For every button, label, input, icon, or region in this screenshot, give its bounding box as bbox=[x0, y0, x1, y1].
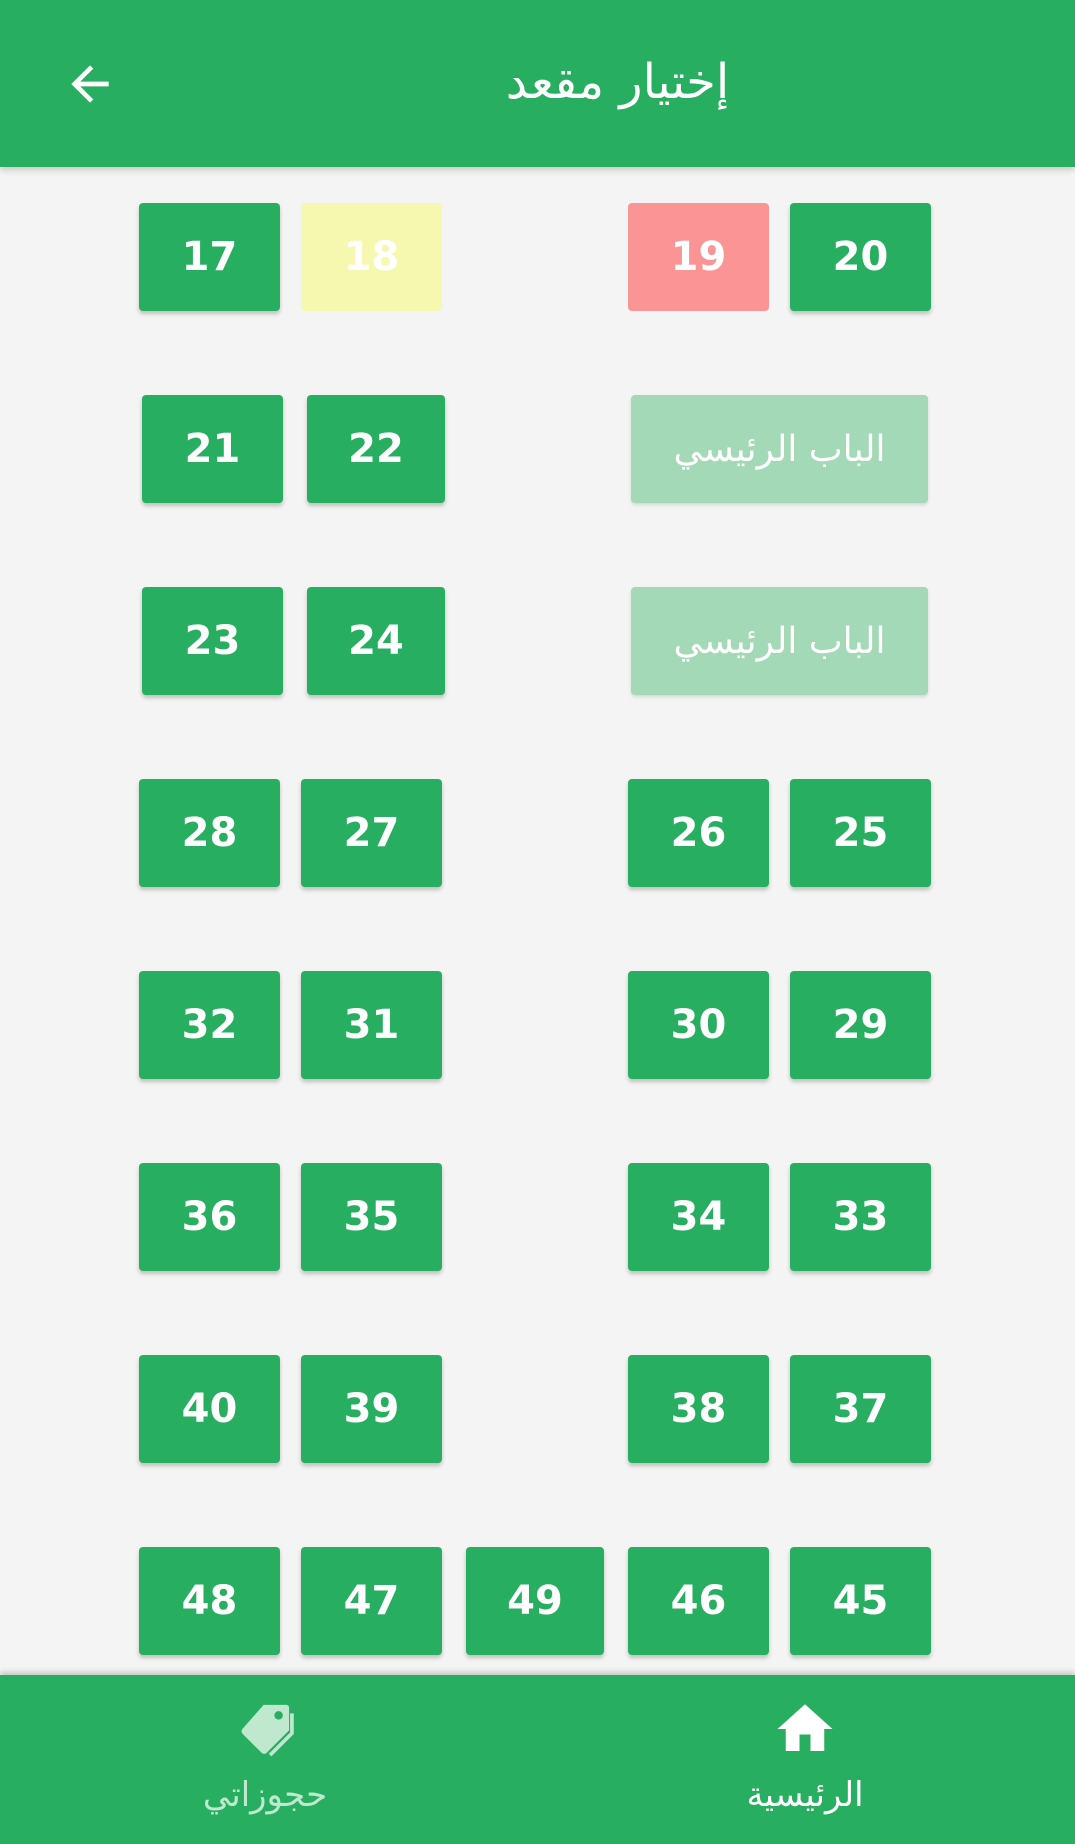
page-title: إختيار مقعد bbox=[505, 54, 730, 110]
seat-29[interactable]: 29 bbox=[790, 971, 931, 1079]
seat-48[interactable]: 48 bbox=[139, 1547, 280, 1655]
seat-39[interactable]: 39 bbox=[301, 1355, 442, 1463]
seat-49[interactable]: 49 bbox=[466, 1547, 604, 1655]
seat-36[interactable]: 36 bbox=[139, 1163, 280, 1271]
seat-selection-screen: إختيار مقعد 17 18 19 20 21 22 الباب الرئ… bbox=[0, 0, 1075, 1844]
seat-22[interactable]: 22 bbox=[307, 395, 445, 503]
seat-21[interactable]: 21 bbox=[142, 395, 283, 503]
seat-38[interactable]: 38 bbox=[628, 1355, 769, 1463]
seat-18-selected[interactable]: 18 bbox=[301, 203, 442, 311]
nav-my-bookings-label: حجوزاتي bbox=[202, 1775, 328, 1815]
seat-37[interactable]: 37 bbox=[790, 1355, 931, 1463]
seat-32[interactable]: 32 bbox=[139, 971, 280, 1079]
seat-25[interactable]: 25 bbox=[790, 779, 931, 887]
seat-33[interactable]: 33 bbox=[790, 1163, 931, 1271]
seat-28[interactable]: 28 bbox=[139, 779, 280, 887]
app-bar: إختيار مقعد bbox=[0, 0, 1075, 167]
seat-30[interactable]: 30 bbox=[628, 971, 769, 1079]
seat-40[interactable]: 40 bbox=[139, 1355, 280, 1463]
seat-20[interactable]: 20 bbox=[790, 203, 931, 311]
seat-34[interactable]: 34 bbox=[628, 1163, 769, 1271]
nav-my-bookings[interactable]: حجوزاتي bbox=[135, 1675, 395, 1844]
seat-31[interactable]: 31 bbox=[301, 971, 442, 1079]
seat-19-booked[interactable]: 19 bbox=[628, 203, 769, 311]
bottom-navigation: حجوزاتي الرئيسية bbox=[0, 1675, 1075, 1844]
nav-home-label: الرئيسية bbox=[746, 1775, 864, 1815]
nav-home[interactable]: الرئيسية bbox=[675, 1675, 935, 1844]
seat-23[interactable]: 23 bbox=[142, 587, 283, 695]
seat-17[interactable]: 17 bbox=[139, 203, 280, 311]
seat-26[interactable]: 26 bbox=[628, 779, 769, 887]
seat-46[interactable]: 46 bbox=[628, 1547, 769, 1655]
home-icon bbox=[777, 1704, 833, 1751]
tag-icon bbox=[241, 1704, 294, 1757]
main-door: الباب الرئيسي bbox=[631, 587, 928, 695]
seat-24[interactable]: 24 bbox=[307, 587, 445, 695]
seat-35[interactable]: 35 bbox=[301, 1163, 442, 1271]
main-door: الباب الرئيسي bbox=[631, 395, 928, 503]
seat-47[interactable]: 47 bbox=[301, 1547, 442, 1655]
seat-27[interactable]: 27 bbox=[301, 779, 442, 887]
seat-45[interactable]: 45 bbox=[790, 1547, 931, 1655]
